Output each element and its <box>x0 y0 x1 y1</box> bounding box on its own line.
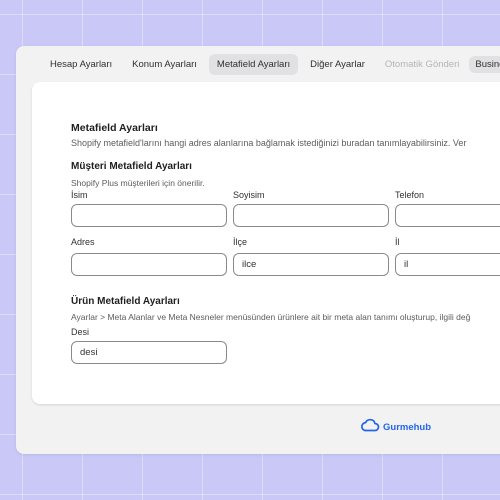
product-section-title: Ürün Metafield Ayarları <box>71 296 180 307</box>
metafield-description: Shopify metafield'larını hangi adres ala… <box>71 138 467 148</box>
customer-section-title: Müşteri Metafield Ayarları <box>71 161 192 172</box>
footer-brand[interactable]: Gurmehub <box>360 418 431 437</box>
telefon-label: Telefon <box>395 190 425 200</box>
settings-window: Hesap Ayarları Konum Ayarları Metafield … <box>16 46 500 454</box>
tab-other-settings[interactable]: Diğer Ayarlar <box>302 54 373 75</box>
ilce-input[interactable] <box>233 253 389 276</box>
product-section-description: Ayarlar > Meta Alanlar ve Meta Nesneler … <box>71 312 471 322</box>
tab-metafield-settings[interactable]: Metafield Ayarları <box>208 53 299 75</box>
business-badge: Business <box>469 55 500 73</box>
soyisim-label: Soyisim <box>233 190 265 200</box>
metafield-title: Metafield Ayarları <box>71 122 158 134</box>
il-input[interactable] <box>395 253 500 276</box>
isim-input[interactable] <box>71 204 227 227</box>
adres-label: Adres <box>71 237 95 247</box>
telefon-input[interactable] <box>395 204 500 227</box>
desi-input[interactable] <box>71 341 227 364</box>
soyisim-input[interactable] <box>233 204 389 227</box>
tab-account-settings[interactable]: Hesap Ayarları <box>42 54 120 75</box>
tab-automatic-shipment: Otomatik Gönderi <box>384 58 460 70</box>
isim-label: İsim <box>71 190 88 200</box>
cloud-icon <box>360 418 380 437</box>
adres-input[interactable] <box>71 253 227 276</box>
il-label: İl <box>395 237 400 247</box>
desi-label: Desi <box>71 327 90 337</box>
customer-section-hint: Shopify Plus müşterileri için önerilir. <box>71 178 205 188</box>
ilce-label: İlçe <box>233 237 248 247</box>
tab-location-settings[interactable]: Konum Ayarları <box>124 54 205 75</box>
tab-bar: Hesap Ayarları Konum Ayarları Metafield … <box>42 52 500 76</box>
metafield-settings-card: Metafield Ayarları Shopify metafield'lar… <box>32 82 500 404</box>
brand-name: Gurmehub <box>383 422 432 433</box>
